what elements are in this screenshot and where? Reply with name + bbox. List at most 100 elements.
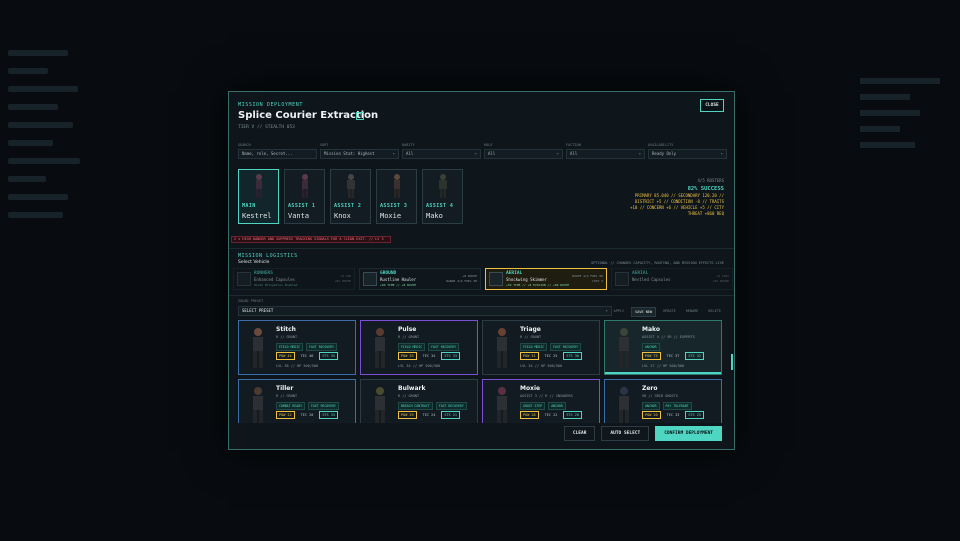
slot-role: ASSIST 3 — [380, 203, 408, 209]
roster-card[interactable]: Stitch R // GRUNT FIELD MEDIC FAST RECOVERY… — [238, 320, 356, 375]
squad-slot-assist-3[interactable]: ASSIST 3 Moxie — [376, 169, 417, 224]
operative-portrait — [256, 174, 262, 198]
slot-role: ASSIST 2 — [334, 203, 362, 209]
operative-portrait — [497, 387, 507, 423]
danger-warning: 2 x HIGH DANGER AND SUPPRESS TRACKING SI… — [231, 236, 391, 243]
slot-name: Mako — [426, 212, 443, 220]
roster-card[interactable]: Mako ASSIST 4 // SR // EXPERTS ANCHOR POW 7… — [604, 320, 722, 375]
stat-sts: STS 21 — [441, 411, 460, 419]
background-sidebar — [8, 50, 98, 350]
filter-role[interactable]: ROLE All ▾ — [484, 143, 563, 159]
preset-apply-button[interactable]: APPLY — [611, 307, 628, 317]
stat-pow: POW 75 — [642, 352, 661, 360]
operative-name: Triage — [520, 326, 541, 333]
stat-tec: TEC 22 — [544, 413, 558, 417]
operative-name: Tiller — [276, 385, 294, 392]
filter-availability[interactable]: AVAILABILITY Ready Only ▾ — [648, 143, 727, 159]
filter-rarity[interactable]: RARITY All ▾ — [402, 143, 481, 159]
selected-indicator — [605, 372, 721, 374]
chevron-down-icon: ▾ — [392, 151, 395, 156]
filter-label: RARITY — [402, 143, 415, 147]
roster-card[interactable]: Tiller R // GRUNT COMBAT READY FAST RECOVER… — [238, 379, 356, 423]
filter-sort[interactable]: SORT Mission Stat: Highest ▾ — [320, 143, 399, 159]
operative-stats: POW 44 TEC 46 STS 35 — [276, 352, 338, 360]
roster-card[interactable]: Bulwark R // GRUNT BREACH CONTRACT FAST REC… — [360, 379, 478, 423]
operative-name: Zero — [642, 385, 658, 392]
operative-stats: POW 33 TEC 34 STS 33 — [398, 352, 460, 360]
preset-update-button[interactable]: UPDATE — [660, 307, 679, 317]
operative-stats: POW 31 TEC 25 STS 30 — [520, 352, 582, 360]
chevron-down-icon: ▾ — [720, 151, 723, 156]
rarity-select[interactable]: All ▾ — [402, 149, 481, 159]
divider — [229, 295, 734, 296]
filter-faction[interactable]: FACTION All ▾ — [566, 143, 645, 159]
role-select[interactable]: All ▾ — [484, 149, 563, 159]
vehicle-stats: ROUTE 4/4 FUEL 60 COST 3 — [572, 274, 603, 283]
operative-role: R // GRUNT — [520, 335, 542, 339]
roster-list[interactable]: Stitch R // GRUNT FIELD MEDIC FAST RECOVERY… — [238, 320, 722, 423]
close-button[interactable]: CLOSE — [700, 99, 724, 112]
squad-slot-assist-1[interactable]: ASSIST 1 Vanta — [284, 169, 325, 224]
vehicle-card-selected[interactable]: AERIAL Shockwing Skimmer +50 TIME // +8 … — [485, 268, 607, 290]
vehicle-detail: Route Mitigation Enabled — [254, 283, 298, 287]
operative-role: R // GRUNT — [276, 394, 298, 398]
mission-deployment-modal: MISSION DEPLOYMENT Splice Courier Extrac… — [228, 91, 735, 450]
roster-card[interactable]: Moxie ASSIST 3 // R // INVADERS GHOST STEP… — [482, 379, 600, 423]
search-input[interactable]: Name, role, Secret... — [238, 149, 317, 159]
roster-card[interactable]: Triage R // GRUNT FIELD MEDIC FAST RECOVERY… — [482, 320, 600, 375]
stat-sts: STS 20 — [563, 411, 582, 419]
operative-role: R // GRUNT — [398, 335, 420, 339]
preset-rename-button[interactable]: RENAME — [683, 307, 702, 317]
stat-tec: TEC 46 — [300, 354, 314, 358]
help-icon[interactable]: ? — [356, 112, 364, 120]
chevron-down-icon: ▾ — [474, 151, 477, 156]
vehicle-name: Enhanced Capsules — [254, 277, 295, 282]
operative-role: ASSIST 4 // SR // EXPERTS — [642, 335, 695, 339]
vehicle-card[interactable]: AERIAL Nestled Capsules +0 COST +0% ROUT… — [611, 268, 733, 290]
filter-bar: SEARCH Name, role, Secret... SORT Missio… — [238, 143, 727, 159]
preset-save-new-button[interactable]: SAVE NEW — [631, 307, 657, 317]
slot-role: MAIN — [242, 203, 256, 209]
squad-slots: MAIN Kestrel ASSIST 1 Vanta ASSIST 2 Kno… — [238, 169, 463, 224]
confirm-deployment-button[interactable]: CONFIRM DEPLOYMENT — [655, 426, 722, 441]
operative-portrait — [394, 174, 400, 198]
squad-slot-assist-4[interactable]: ASSIST 4 Mako — [422, 169, 463, 224]
vehicle-category: GROUND — [380, 271, 397, 276]
stat-tec: TEC 24 — [422, 413, 436, 417]
vehicle-list: RUNNERS Enhanced Capsules Route Mitigati… — [229, 268, 736, 290]
roster-card[interactable]: Zero SR // GRID GHOSTS ANCHOR PAY TOLERANT P… — [604, 379, 722, 423]
stat-sts: STS 32 — [685, 352, 704, 360]
sort-select[interactable]: Mission Stat: Highest ▾ — [320, 149, 399, 159]
squad-slot-assist-2[interactable]: ASSIST 2 Knox — [330, 169, 371, 224]
trait-tag: PAY TOLERANT — [662, 402, 692, 410]
operative-level: LVL 38 // HP 500/500 — [276, 364, 319, 368]
chevron-down-icon: ▾ — [556, 151, 559, 156]
filter-search[interactable]: SEARCH Name, role, Secret... — [238, 143, 317, 159]
trait-tags: FIELD MEDIC FAST RECOVERY — [276, 343, 338, 351]
slot-role: ASSIST 1 — [288, 203, 316, 209]
faction-select[interactable]: All ▾ — [566, 149, 645, 159]
slot-role: ASSIST 4 — [426, 203, 454, 209]
availability-select[interactable]: Ready Only ▾ — [648, 149, 727, 159]
roster-scrollbar[interactable] — [731, 354, 733, 370]
operative-role: SR // GRID GHOSTS — [642, 394, 678, 398]
trait-tag: FAST RECOVERY — [435, 402, 467, 410]
auto-select-button[interactable]: AUTO SELECT — [601, 426, 650, 441]
filter-label: SEARCH — [238, 143, 251, 147]
vehicle-category: AERIAL — [632, 271, 649, 276]
preset-select[interactable]: SELECT PRESET ▾ — [238, 306, 612, 316]
squad-slot-main[interactable]: MAIN Kestrel — [238, 169, 279, 224]
vehicle-thumbnail — [363, 272, 377, 286]
clear-button[interactable]: CLEAR — [563, 426, 596, 441]
trait-tag: FIELD MEDIC — [276, 343, 304, 351]
vehicle-card[interactable]: GROUND Rustline Hauler +60 TIME // +8 RO… — [359, 268, 481, 290]
success-panel: 4/5 ROSTERS 82% SUCCESS PRIMARY 85.040 /… — [630, 178, 724, 217]
preset-delete-button[interactable]: DELETE — [705, 307, 724, 317]
roster-card[interactable]: Pulse R // GRUNT FIELD MEDIC FAST RECOVERY P… — [360, 320, 478, 375]
background-right-panel — [860, 78, 950, 148]
logistics-note: OPTIONAL // CHANGES CAPACITY, ROUTING, A… — [591, 261, 724, 265]
vehicle-card[interactable]: RUNNERS Enhanced Capsules Route Mitigati… — [233, 268, 355, 290]
preset-label: SQUAD PRESET — [238, 299, 264, 303]
operative-portrait — [302, 174, 308, 198]
vehicle-thumbnail — [489, 272, 503, 286]
